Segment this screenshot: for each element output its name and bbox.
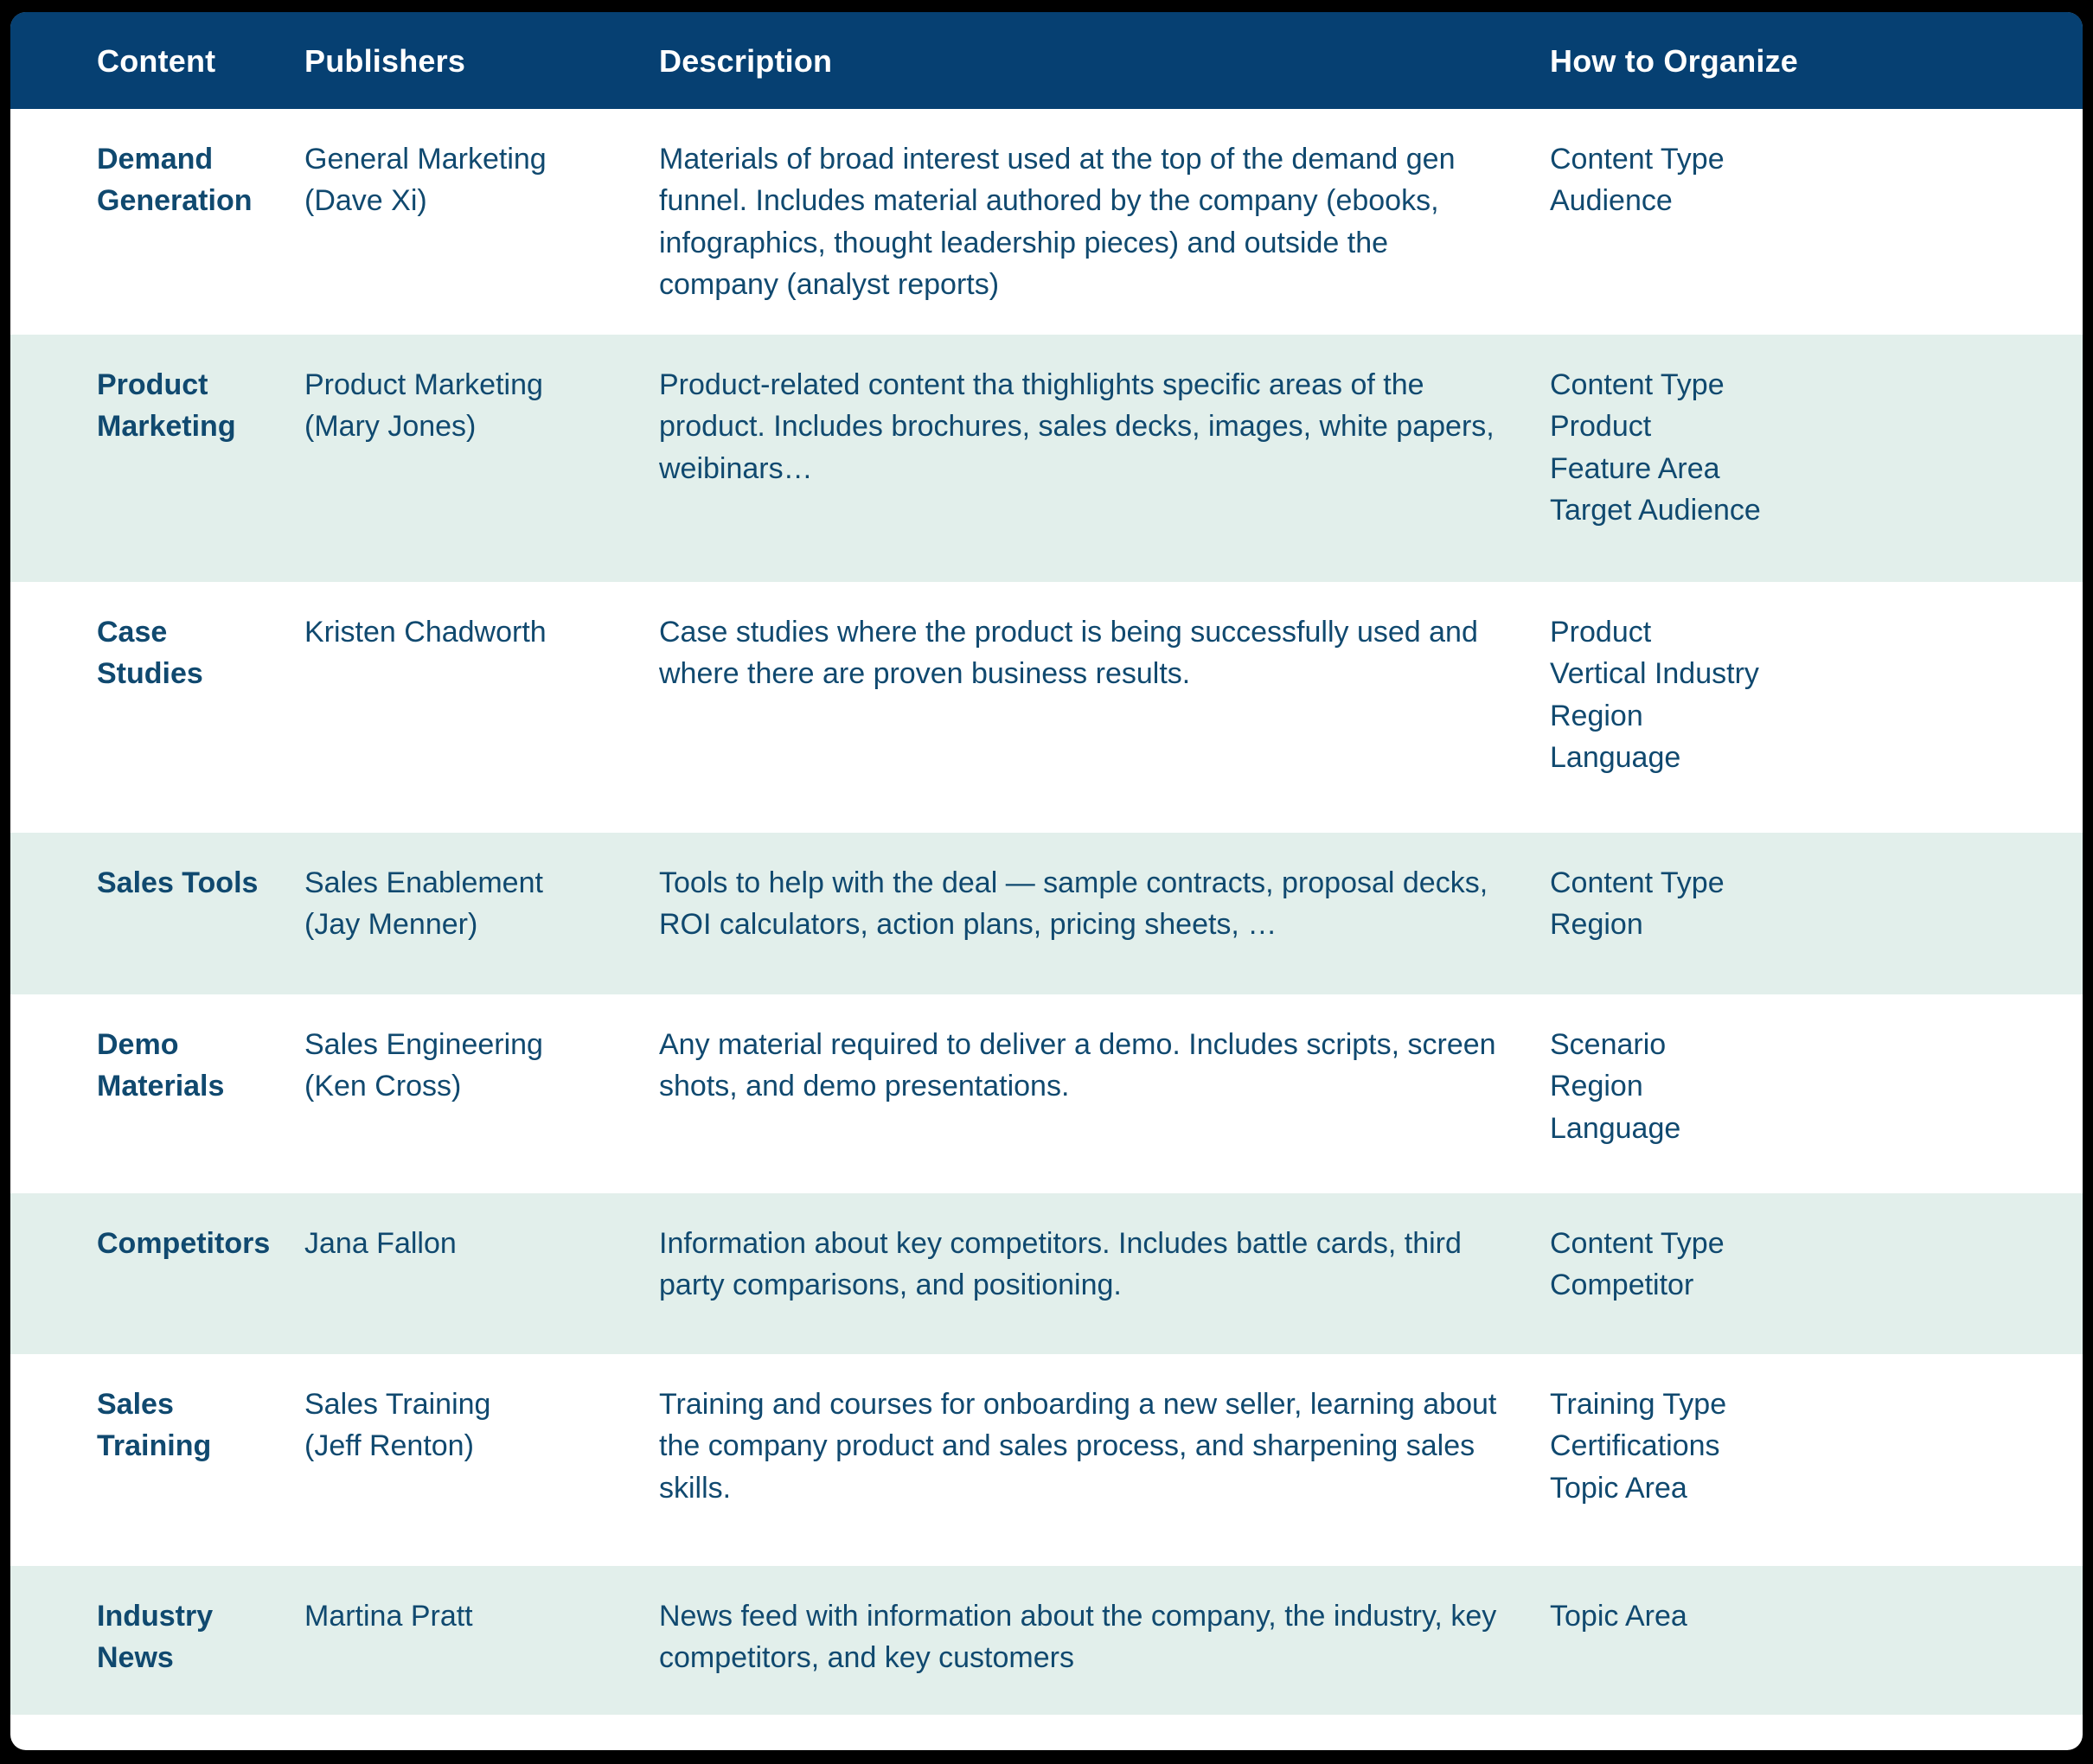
publisher-line: (Mary Jones)	[304, 410, 477, 444]
cell-publishers: Jana Fallon	[287, 1193, 642, 1354]
content-title-line: Marketing	[97, 410, 236, 444]
cell-publishers: Product Marketing (Mary Jones)	[287, 335, 642, 582]
table-row: Sales Training Sales Training (Jeff Renton…	[10, 1354, 2083, 1567]
table-row: Competitors Jana Fallon Information about …	[10, 1193, 2083, 1355]
cell-publishers: Sales Engineering (Ken Cross)	[287, 994, 642, 1193]
cell-description: Information about key competitors. Inclu…	[659, 1227, 1462, 1302]
cell-description: Materials of broad interest used at the …	[659, 143, 1456, 301]
organize-line: Content Type	[1550, 866, 1725, 900]
cell-content: Case Studies	[10, 582, 287, 833]
content-title-line: Demo Materials	[97, 1028, 225, 1103]
organize-line: Product	[1550, 616, 1652, 649]
cell-content: Competitors	[10, 1193, 287, 1354]
publisher-line: Jana Fallon	[304, 1227, 457, 1261]
column-header-description: Description	[642, 12, 1533, 109]
publisher-line: (Jay Menner)	[304, 908, 478, 942]
column-header-publishers: Publishers	[287, 12, 642, 109]
content-title-line: Demand	[97, 143, 214, 176]
organize-line: Topic Area	[1550, 1600, 1687, 1633]
publisher-line: Product Marketing	[304, 368, 543, 402]
cell-description: Training and courses for onboarding a ne…	[659, 1388, 1497, 1505]
cell-content: Demand Generation	[10, 109, 287, 335]
organize-line: Language	[1550, 740, 1681, 774]
organize-line: Audience	[1550, 184, 1673, 218]
cell-publishers: Martina Pratt	[287, 1566, 642, 1715]
cell-publishers: General Marketing (Dave Xi)	[287, 109, 642, 335]
publisher-line: Kristen Chadworth	[304, 616, 547, 649]
content-matrix-table: Content Publishers Description How to Or…	[10, 12, 2083, 1716]
organize-line: Certifications	[1550, 1429, 1720, 1463]
publisher-line: General Marketing	[304, 143, 547, 176]
content-title-line: Sales Tools	[97, 866, 259, 900]
publisher-line: Sales Engineering	[304, 1028, 543, 1062]
cell-description: News feed with information about the com…	[659, 1600, 1497, 1675]
content-title-line: Product	[97, 368, 208, 402]
cell-how-to-organize: Product Vertical Industry Region Language	[1533, 582, 2083, 833]
publisher-line: (Ken Cross)	[304, 1070, 462, 1103]
cell-description: Product-related content tha thighlights …	[659, 368, 1495, 485]
organize-line: Content Type	[1550, 143, 1725, 176]
cell-content: Demo Materials	[10, 994, 287, 1193]
cell-publishers: Sales Enablement (Jay Menner)	[287, 833, 642, 994]
organize-line: Feature Area	[1550, 451, 1720, 485]
publisher-line: (Dave Xi)	[304, 184, 427, 218]
cell-how-to-organize: Content Type Competitor	[1533, 1193, 2083, 1354]
cell-content: Industry News	[10, 1566, 287, 1715]
column-header-how-to-organize: How to Organize	[1533, 12, 2083, 109]
content-title-line: Sales Training	[97, 1388, 212, 1463]
cell-how-to-organize: Training Type Certifications Topic Area	[1533, 1354, 2083, 1566]
organize-line: Vertical Industry	[1550, 657, 1759, 691]
organize-line: Content Type	[1550, 1227, 1725, 1261]
cell-how-to-organize: Topic Area	[1533, 1566, 2083, 1715]
table-header: Content Publishers Description How to Or…	[10, 12, 2083, 109]
organize-line: Product	[1550, 410, 1652, 444]
content-title-line: Industry News	[97, 1600, 214, 1675]
page-frame: Content Publishers Description How to Or…	[0, 0, 2093, 1764]
publisher-line: Sales Training	[304, 1388, 491, 1422]
content-title-line: Case Studies	[97, 616, 203, 691]
content-title-line: Competitors	[97, 1227, 271, 1261]
header-row: Content Publishers Description How to Or…	[10, 12, 2083, 109]
cell-publishers: Kristen Chadworth	[287, 582, 642, 833]
content-matrix-card: Content Publishers Description How to Or…	[10, 12, 2083, 1750]
organize-line: Target Audience	[1550, 493, 1761, 527]
cell-how-to-organize: Content Type Product Feature Area Target Au…	[1533, 335, 2083, 582]
publisher-line: (Jeff Renton)	[304, 1429, 474, 1463]
organize-line: Language	[1550, 1111, 1681, 1145]
organize-line: Region	[1550, 908, 1643, 942]
table-row: Demand Generation General Marketing (Dave X…	[10, 109, 2083, 336]
cell-content: Sales Training	[10, 1354, 287, 1566]
cell-content: Sales Tools	[10, 833, 287, 994]
cell-how-to-organize: Scenario Region Language	[1533, 994, 2083, 1193]
column-header-content: Content	[10, 12, 287, 109]
cell-content: Product Marketing	[10, 335, 287, 582]
organize-line: Topic Area	[1550, 1471, 1687, 1505]
organize-line: Training Type	[1550, 1388, 1727, 1422]
cell-how-to-organize: Content Type Audience	[1533, 109, 2083, 335]
table-row: Case Studies Kristen Chadworth Case studie…	[10, 582, 2083, 834]
table-row: Industry News Martina Pratt News feed with…	[10, 1566, 2083, 1716]
organize-line: Content Type	[1550, 368, 1725, 402]
cell-publishers: Sales Training (Jeff Renton)	[287, 1354, 642, 1566]
cell-how-to-organize: Content Type Region	[1533, 833, 2083, 994]
organize-line: Scenario	[1550, 1028, 1667, 1062]
table-row: Sales Tools Sales Enablement (Jay Menner) T…	[10, 833, 2083, 995]
content-title-line: Generation	[97, 184, 253, 218]
table-row: Demo Materials Sales Engineering (Ken Cros…	[10, 994, 2083, 1194]
organize-line: Region	[1550, 1070, 1643, 1103]
cell-description: Case studies where the product is being …	[659, 616, 1478, 691]
table-body: Demand Generation General Marketing (Dave X…	[10, 109, 2083, 1716]
publisher-line: Sales Enablement	[304, 866, 543, 900]
organize-line: Region	[1550, 699, 1643, 732]
cell-description: Any material required to deliver a demo.…	[659, 1028, 1496, 1103]
publisher-line: Martina Pratt	[304, 1600, 473, 1633]
cell-description: Tools to help with the deal — sample con…	[659, 866, 1488, 942]
organize-line: Competitor	[1550, 1269, 1694, 1302]
table-row: Product Marketing Product Marketing (Mary J…	[10, 335, 2083, 583]
